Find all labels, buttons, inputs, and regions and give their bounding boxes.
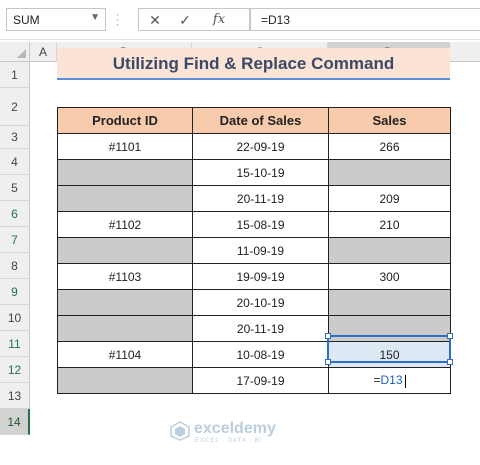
table-row: #1101 22-09-19 266 — [57, 133, 451, 160]
table-row: 17-09-19 =D13 — [57, 367, 451, 394]
cell-product-id[interactable]: #1103 — [57, 263, 193, 290]
cell-sales[interactable]: 266 — [328, 133, 451, 160]
cell-product-id[interactable] — [57, 237, 193, 264]
cell-product-id[interactable] — [57, 367, 193, 394]
table-row: 11-09-19 — [57, 237, 451, 264]
row-header-6[interactable]: 6 — [0, 201, 30, 227]
watermark-tagline: EXCEL · DATA · BI — [195, 438, 263, 444]
row-header-13[interactable]: 13 — [0, 383, 30, 409]
cell-date[interactable]: 15-08-19 — [192, 211, 329, 238]
cell-date[interactable]: 19-09-19 — [192, 263, 329, 290]
cell-date[interactable]: 20-11-19 — [192, 185, 329, 212]
formula-ref: D13 — [380, 373, 403, 388]
table-row: 20-11-19 — [57, 315, 451, 342]
cell-date[interactable]: 17-09-19 — [192, 367, 329, 394]
table-row: #1102 15-08-19 210 — [57, 211, 451, 238]
row-header-11[interactable]: 11 — [0, 331, 30, 357]
column-header-e[interactable] — [450, 42, 480, 62]
cell-product-id[interactable] — [57, 315, 193, 342]
table-row: 20-10-19 — [57, 289, 451, 316]
cell-product-id[interactable] — [57, 159, 193, 186]
row-header-1[interactable]: 1 — [0, 62, 30, 88]
row-header-2[interactable]: 2 — [0, 88, 30, 126]
watermark: exceldemy EXCEL · DATA · BI — [168, 417, 318, 447]
cell-date[interactable]: 10-08-19 — [192, 341, 329, 368]
chevron-down-icon[interactable]: ▼ — [90, 12, 100, 23]
cell-date[interactable]: 20-10-19 — [192, 289, 329, 316]
table-row: #1103 19-09-19 300 — [57, 263, 451, 290]
cell-date[interactable]: 20-11-19 — [192, 315, 329, 342]
cell-sales[interactable] — [328, 237, 451, 264]
table-row: 15-10-19 — [57, 159, 451, 186]
text-cursor — [404, 374, 406, 388]
header-sales[interactable]: Sales — [328, 107, 451, 134]
select-all-button[interactable] — [0, 42, 30, 62]
sales-table: Product ID Date of Sales Sales #1101 22-… — [57, 107, 451, 394]
formula-value: =D13 — [261, 13, 291, 27]
more-options-icon[interactable]: · · · — [114, 8, 120, 30]
row-header-12[interactable]: 12 — [0, 357, 30, 383]
row-header-9[interactable]: 9 — [0, 279, 30, 305]
table-header-row: Product ID Date of Sales Sales — [57, 107, 451, 134]
watermark-name: exceldemy — [194, 420, 276, 437]
cell-product-id[interactable] — [57, 185, 193, 212]
row-header-3[interactable]: 3 — [0, 126, 30, 149]
formula-bar: SUM ▼ · · · ✕ ✓ fx =D13 — [0, 0, 480, 40]
cell-date[interactable]: 11-09-19 — [192, 237, 329, 264]
name-box[interactable]: SUM ▼ — [6, 8, 106, 31]
row-header-14[interactable]: 14 — [0, 409, 30, 435]
cell-sales[interactable] — [328, 159, 451, 186]
cell-sales-referenced[interactable]: 150 — [328, 341, 451, 368]
cell-sales[interactable]: 209 — [328, 185, 451, 212]
cancel-icon[interactable]: ✕ — [145, 11, 165, 29]
cell-date[interactable]: 15-10-19 — [192, 159, 329, 186]
cell-sales[interactable] — [328, 289, 451, 316]
cell-sales[interactable]: 300 — [328, 263, 451, 290]
row-header-10[interactable]: 10 — [0, 305, 30, 331]
insert-function-icon[interactable]: fx — [209, 11, 229, 29]
cell-sales[interactable]: 210 — [328, 211, 451, 238]
cell-product-id[interactable]: #1102 — [57, 211, 193, 238]
table-row: 20-11-19 209 — [57, 185, 451, 212]
cell-product-id[interactable]: #1104 — [57, 341, 193, 368]
cell-editing[interactable]: =D13 — [328, 367, 451, 394]
header-product-id[interactable]: Product ID — [57, 107, 193, 134]
cell-product-id[interactable]: #1101 — [57, 133, 193, 160]
formula-input[interactable]: =D13 — [250, 8, 480, 31]
exceldemy-logo-icon — [170, 421, 190, 441]
row-header-5[interactable]: 5 — [0, 175, 30, 201]
column-header-a[interactable]: A — [30, 42, 57, 62]
name-box-value: SUM — [13, 13, 40, 27]
cell-sales[interactable] — [328, 315, 451, 342]
row-header-4[interactable]: 4 — [0, 149, 30, 175]
table-row: #1104 10-08-19 150 — [57, 341, 451, 368]
enter-check-icon[interactable]: ✓ — [175, 11, 195, 29]
formula-buttons: ✕ ✓ fx — [138, 8, 250, 31]
cell-date[interactable]: 22-09-19 — [192, 133, 329, 160]
sheet-title: Utilizing Find & Replace Command — [57, 48, 450, 80]
header-date-of-sales[interactable]: Date of Sales — [192, 107, 329, 134]
row-header-7[interactable]: 7 — [0, 227, 30, 253]
row-header-8[interactable]: 8 — [0, 253, 30, 279]
formula-eq: = — [373, 373, 381, 388]
cell-product-id[interactable] — [57, 289, 193, 316]
